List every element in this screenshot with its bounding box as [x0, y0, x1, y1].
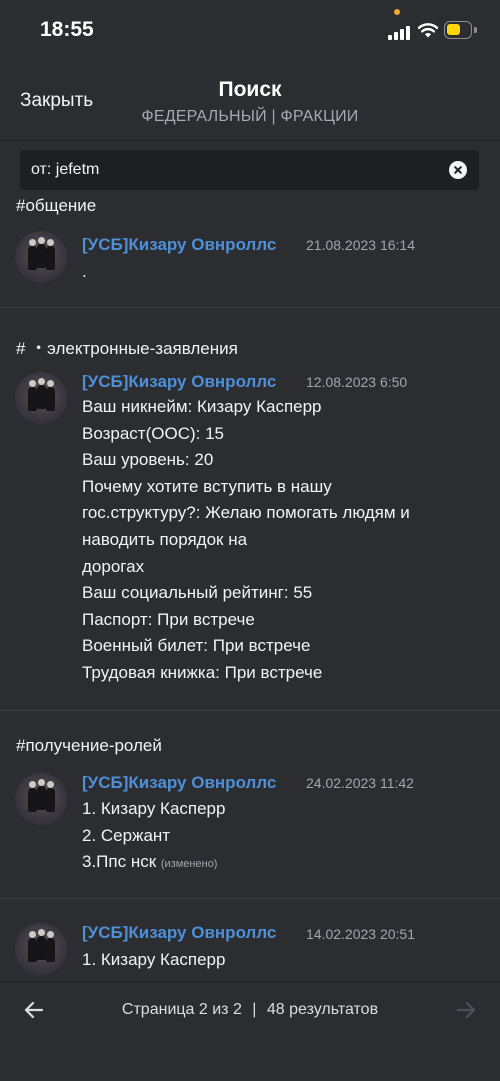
message-line: 1. Кизару Касперр	[82, 950, 226, 969]
avatar[interactable]	[15, 773, 67, 825]
server-subtitle: ФЕДЕРАЛЬНЫЙ | ФРАКЦИИ	[141, 108, 359, 125]
message-timestamp: 12.08.2023 6:50	[306, 374, 408, 390]
result-divider	[0, 710, 500, 711]
channel-name[interactable]: # ・электронные-заявления	[16, 334, 238, 359]
recording-dot-icon	[394, 9, 400, 15]
message-author[interactable]: [УСБ]Кизару Овнроллс	[82, 923, 276, 943]
message-line: Паспорт: При встрече	[82, 609, 255, 629]
message-line: .	[82, 262, 87, 281]
message-line: Трудовая книжка: При встрече	[82, 662, 323, 682]
battery-tip	[474, 27, 477, 33]
message-line: дорогах	[82, 556, 145, 576]
message-line: 2. Сержант	[82, 825, 171, 845]
message-line: Военный билет: При встрече	[82, 636, 311, 656]
message-line: гос.структуру?: Желаю помогать людям и	[82, 503, 410, 523]
search-results[interactable]: #общение [УСБ]Кизару Овнроллс 21.08.2023…	[0, 191, 500, 981]
channel-name[interactable]: #получение-ролей	[16, 736, 162, 756]
message-line: Ваш уровень: 20	[82, 450, 214, 470]
message-content: .	[82, 259, 482, 286]
avatar[interactable]	[15, 231, 67, 283]
message-author[interactable]: [УСБ]Кизару Овнроллс	[82, 372, 276, 392]
pagination-footer: Страница 2 из 2 | 48 результатов	[0, 981, 500, 1081]
cellular-signal-icon	[388, 24, 412, 40]
pagination-info: Страница 2 из 2 | 48 результатов	[0, 1001, 500, 1019]
result-divider	[0, 307, 500, 308]
avatar[interactable]	[15, 372, 67, 424]
arrow-right-icon[interactable]	[454, 998, 478, 1022]
status-bar: 18:55	[0, 0, 500, 60]
message-content: Ваш никнейм: Кизару Касперр Возраст(ООС)…	[82, 394, 482, 687]
message-content: 1. Кизару Касперр	[82, 947, 482, 974]
message-timestamp: 24.02.2023 11:42	[306, 775, 414, 791]
clear-search-icon[interactable]	[449, 161, 467, 179]
results-count: 48 результатов	[266, 1001, 379, 1018]
search-query[interactable]: от: jefetm	[31, 161, 99, 179]
message-author[interactable]: [УСБ]Кизару Овнроллс	[82, 235, 276, 255]
home-indicator	[182, 1066, 318, 1071]
message-line: Возраст(ООС): 15	[82, 423, 224, 443]
channel-name[interactable]: #общение	[16, 196, 96, 216]
avatar[interactable]	[15, 923, 67, 975]
result-divider	[0, 898, 500, 899]
edited-label: (изменено)	[160, 858, 218, 871]
message-line-text: 3.Ппс нск	[82, 852, 157, 872]
message-line: Почему хотите вступить в нашу	[82, 476, 332, 496]
battery-icon	[444, 21, 472, 39]
message-line: Ваш социальный рейтинг: 55	[82, 583, 313, 603]
status-time: 18:55	[40, 18, 94, 41]
page-indicator: Страница 2 из 2	[121, 1001, 242, 1018]
wifi-icon	[417, 23, 439, 38]
message-timestamp: 14.02.2023 20:51	[306, 926, 415, 942]
search-header: Закрыть Поиск ФЕДЕРАЛЬНЫЙ | ФРАКЦИИ	[0, 60, 500, 140]
page-title: Поиск	[218, 78, 282, 101]
search-input[interactable]: от: jefetm	[20, 150, 479, 190]
header-divider	[0, 140, 500, 141]
message-author[interactable]: [УСБ]Кизару Овнроллс	[82, 773, 276, 793]
message-line: 1. Кизару Касперр	[82, 799, 226, 818]
message-line: наводить порядок на	[82, 529, 248, 549]
message-content: 1. Кизару Касперр 2. Сержант 3.Ппс нск (…	[82, 796, 482, 878]
pagination-separator: |	[252, 1001, 257, 1018]
message-line: Ваш никнейм: Кизару Касперр	[82, 397, 322, 416]
message-line: 3.Ппс нск (изменено)	[82, 849, 482, 878]
message-timestamp: 21.08.2023 16:14	[306, 237, 415, 253]
